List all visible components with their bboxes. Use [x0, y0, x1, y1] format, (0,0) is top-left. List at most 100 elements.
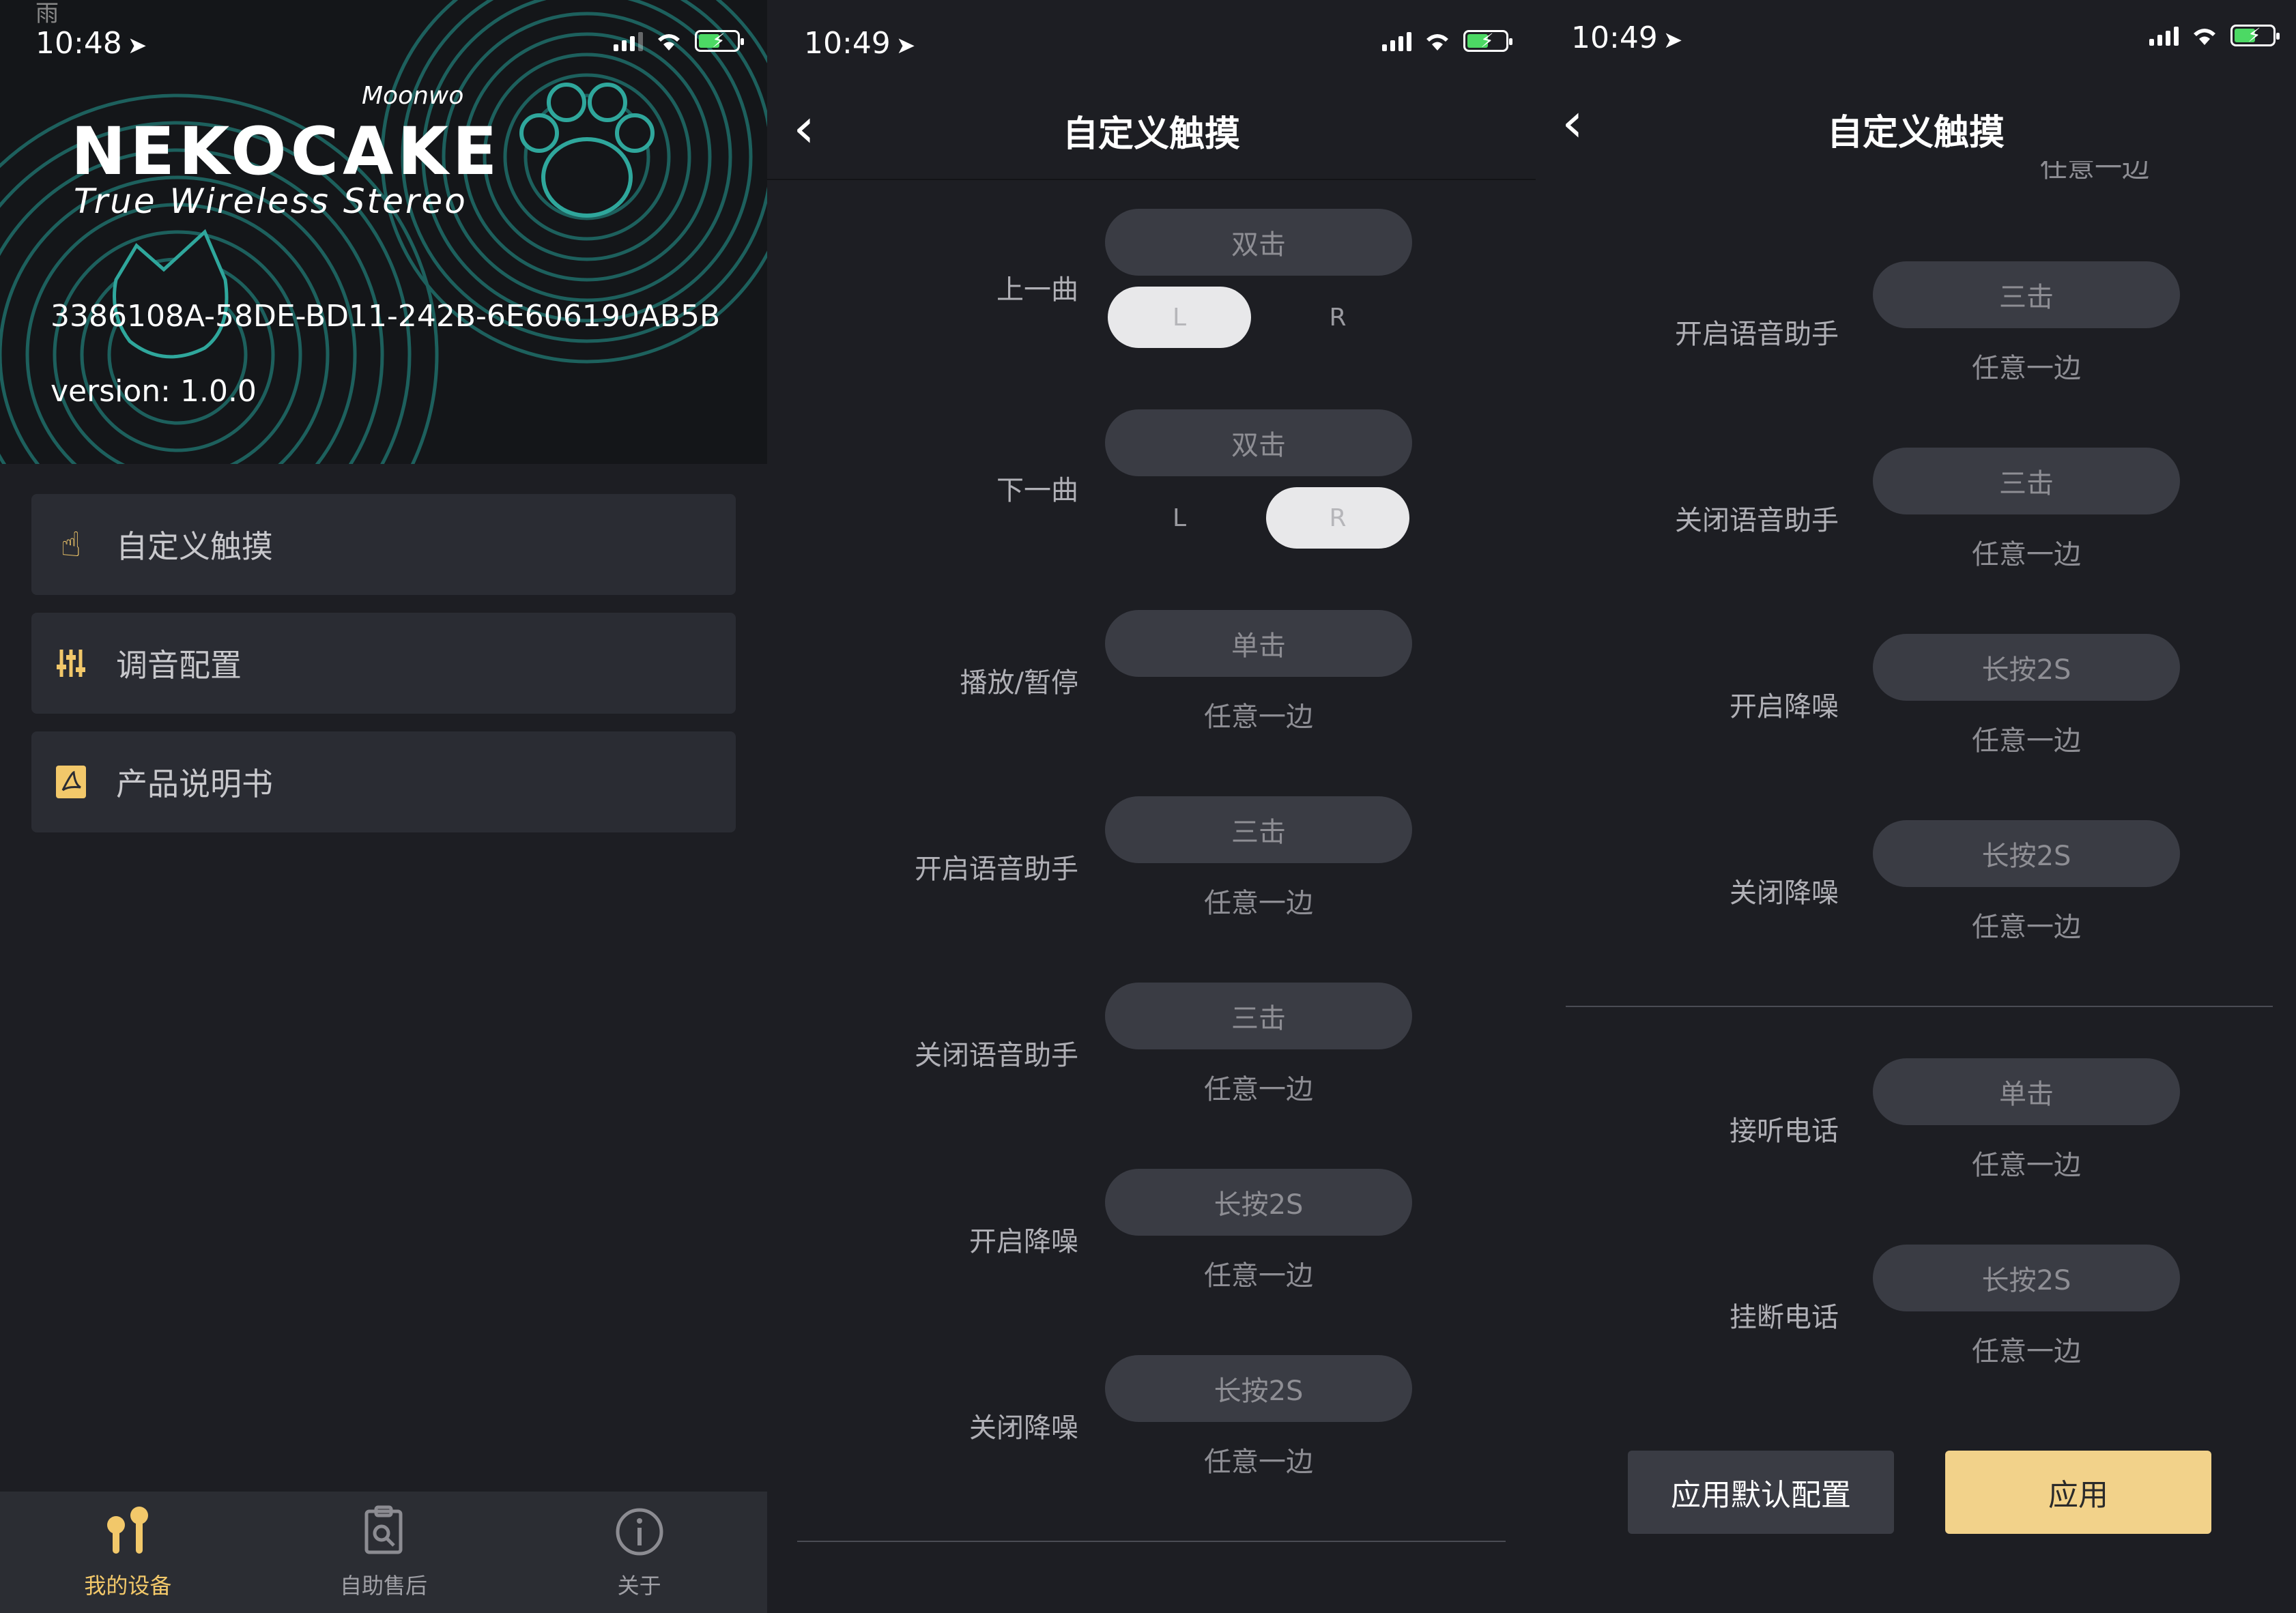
firmware-version: version: 1.0.0 [51, 374, 257, 409]
action-label: 开启降噪 [1730, 691, 1839, 723]
service-clipboard-icon [360, 1505, 407, 1559]
menu-item-custom-touch[interactable]: ☝ 自定义触摸 [31, 494, 736, 595]
battery-icon: ⚡ [2230, 24, 2280, 46]
earbuds-icon [104, 1505, 152, 1559]
tab-my-device[interactable]: 我的设备 [0, 1492, 256, 1613]
gesture-pill[interactable]: 单击 [1873, 1058, 2180, 1125]
touch-row-answer-call: 接听电话 单击 任意一边 [1536, 1058, 2296, 1195]
gesture-pill[interactable]: 长按2S [1873, 634, 2180, 701]
touch-row-voice-off: 关闭语音助手 三击 任意一边 [767, 983, 1536, 1119]
location-arrow-icon: ➤ [127, 32, 147, 59]
side-left-option[interactable]: L [1108, 487, 1251, 549]
tab-self-service[interactable]: 自助售后 [256, 1492, 512, 1613]
cellular-signal-icon [1382, 31, 1411, 51]
cellular-signal-icon [2149, 25, 2179, 46]
menu-item-manual[interactable]: 产品说明书 [31, 731, 736, 832]
battery-icon: ⚡ [695, 29, 744, 52]
side-right-option[interactable]: R [1266, 487, 1409, 549]
action-label: 挂断电话 [1730, 1302, 1839, 1333]
nav-bar: ‹ 自定义触摸 [767, 75, 1536, 177]
menu-item-eq-settings[interactable]: 调音配置 [31, 613, 736, 714]
time-text: 10:48 [35, 26, 122, 61]
brand-logo: NEKOCAKE [71, 113, 502, 190]
status-bar: 雨 10:48 ➤ ⚡ [0, 0, 767, 75]
wifi-icon [2194, 29, 2215, 45]
action-label: 关闭降噪 [1730, 877, 1839, 909]
side-any-label: 任意一边 [1972, 1336, 2081, 1367]
gesture-pill[interactable]: 长按2S [1873, 1245, 2180, 1311]
status-time: 10:48 ➤ [35, 26, 147, 61]
action-label: 关闭语音助手 [915, 1040, 1078, 1071]
custom-touch-screen-bottom: 10:49 ➤ ⚡ ‹ 自定义触摸 任意一边 开启语音助手 三击 任意一边 关闭语… [1536, 0, 2296, 1613]
touch-row-next-track: 下一曲 双击 L R [767, 409, 1536, 560]
side-any-label: 任意一边 [1972, 539, 2081, 570]
status-icons: ⚡ [2149, 24, 2280, 46]
gesture-pill[interactable]: 三击 [1105, 983, 1412, 1049]
touch-row-voice-on: 开启语音助手 三击 任意一边 [767, 796, 1536, 933]
action-label: 接听电话 [1730, 1116, 1839, 1147]
tab-label: 关于 [617, 1573, 661, 1599]
touch-row-anc-on: 开启降噪 长按2S 任意一边 [1536, 634, 2296, 770]
status-bar: 10:49 ➤ ⚡ [1536, 0, 2296, 75]
location-arrow-icon: ➤ [895, 32, 916, 59]
action-label: 开启降噪 [969, 1226, 1078, 1258]
battery-icon: ⚡ [1463, 29, 1512, 52]
side-toggle: L R [1105, 287, 1412, 348]
gesture-pill[interactable]: 长按2S [1105, 1355, 1412, 1422]
page-title: 自定义触摸 [1062, 114, 1240, 155]
gesture-pill[interactable]: 双击 [1105, 409, 1412, 476]
touch-row-hang-up: 挂断电话 长按2S 任意一边 [1536, 1245, 2296, 1381]
gesture-pill[interactable]: 长按2S [1105, 1169, 1412, 1236]
touch-row-anc-on: 开启降噪 长按2S 任意一边 [767, 1169, 1536, 1305]
apply-button[interactable]: 应用 [1945, 1451, 2211, 1534]
gesture-pill[interactable]: 双击 [1105, 209, 1412, 276]
touch-row-voice-off: 关闭语音助手 三击 任意一边 [1536, 448, 2296, 584]
gesture-pill[interactable]: 三击 [1873, 448, 2180, 514]
gesture-pill[interactable]: 长按2S [1873, 820, 2180, 887]
action-label: 开启语音助手 [915, 854, 1078, 885]
action-label: 播放/暂停 [960, 667, 1078, 699]
side-any-label: 任意一边 [1204, 1074, 1313, 1105]
tab-about[interactable]: 关于 [511, 1492, 767, 1613]
pdf-document-icon [52, 763, 90, 801]
touch-row-anc-off: 关闭降噪 长按2S 任意一边 [1536, 820, 2296, 957]
side-any-label: 任意一边 [1204, 1447, 1313, 1478]
menu-item-label: 调音配置 [116, 647, 242, 684]
device-id: 3386108A-58DE-BD11-242B-6E606190AB5B [51, 299, 721, 334]
side-any-label: 任意一边 [1204, 701, 1313, 733]
side-any-label: 任意一边 [1972, 353, 2081, 384]
apply-default-config-button[interactable]: 应用默认配置 [1628, 1451, 1894, 1534]
side-left-option[interactable]: L [1108, 287, 1251, 348]
side-any-label: 任意一边 [1972, 1150, 2081, 1181]
status-bar: 10:49 ➤ ⚡ [767, 0, 1536, 75]
status-time: 10:49 ➤ [1571, 20, 1682, 55]
info-circle-icon [614, 1505, 665, 1559]
tab-label: 自助售后 [340, 1573, 428, 1599]
clipped-side-label: 任意一边 [2040, 161, 2149, 184]
status-time: 10:49 ➤ [804, 26, 915, 61]
status-icons: ⚡ [1382, 29, 1512, 52]
action-label: 下一曲 [996, 475, 1078, 506]
side-toggle: L R [1105, 487, 1412, 549]
gesture-pill[interactable]: 三击 [1105, 796, 1412, 863]
device-menu: ☝ 自定义触摸 调音配置 产品说明书 [31, 494, 736, 850]
touch-row-anc-off: 关闭降噪 长按2S 任意一边 [767, 1355, 1536, 1492]
bottom-tab-bar: 我的设备 自助售后 关于 [0, 1492, 767, 1613]
gesture-pill[interactable]: 单击 [1105, 610, 1412, 677]
action-label: 开启语音助手 [1675, 319, 1839, 350]
menu-item-label: 产品说明书 [116, 766, 273, 802]
side-any-label: 任意一边 [1972, 725, 2081, 757]
equalizer-sliders-icon [52, 644, 90, 682]
gesture-pill[interactable]: 三击 [1873, 261, 2180, 328]
cellular-signal-icon [614, 31, 643, 51]
wifi-icon [658, 34, 680, 50]
brand-tagline: True Wireless Stereo [74, 181, 468, 221]
side-right-option[interactable]: R [1266, 287, 1409, 348]
my-device-screen: NEKOCAKE True Wireless Stereo Moonwo 338… [0, 0, 767, 1613]
cat-silhouette-icon [113, 229, 229, 359]
time-text: 10:49 [1571, 20, 1658, 55]
status-icons: ⚡ [614, 29, 744, 52]
tab-label: 我的设备 [84, 1573, 172, 1599]
side-any-label: 任意一边 [1204, 1260, 1313, 1292]
side-any-label: 任意一边 [1972, 912, 2081, 943]
